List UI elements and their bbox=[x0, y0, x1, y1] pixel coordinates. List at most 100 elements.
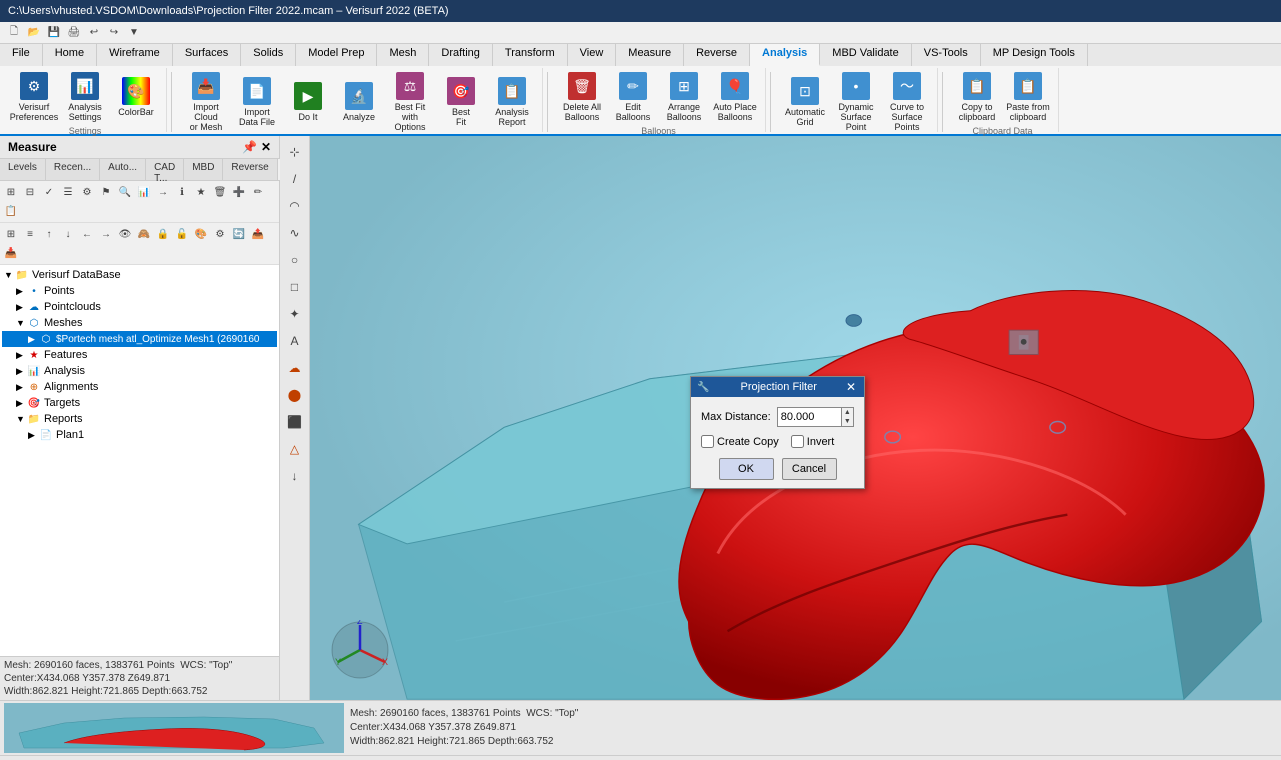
pt2-hide[interactable]: 🙈 bbox=[135, 225, 153, 243]
pt-list[interactable]: ☰ bbox=[59, 183, 77, 201]
pt2-right[interactable]: → bbox=[97, 225, 115, 243]
panel-tab-levels[interactable]: Levels bbox=[0, 159, 46, 180]
colorbar-button[interactable]: 🎨 ColorBar bbox=[112, 75, 160, 119]
tab-vstools[interactable]: VS-Tools bbox=[912, 44, 981, 66]
panel-tab-cad[interactable]: CAD T... bbox=[146, 159, 184, 180]
pt2-list[interactable]: ≡ bbox=[21, 225, 39, 243]
analyze-button[interactable]: 🔬 Analyze bbox=[335, 80, 383, 124]
pt-check[interactable]: ✓ bbox=[40, 183, 58, 201]
lt-sphere[interactable]: ⬤ bbox=[283, 383, 307, 407]
lt-point[interactable]: ✦ bbox=[283, 302, 307, 326]
tree-item-pointclouds[interactable]: ▶ ☁ Pointclouds bbox=[2, 299, 277, 315]
tab-analysis[interactable]: Analysis bbox=[750, 44, 820, 66]
ok-button[interactable]: OK bbox=[719, 458, 774, 480]
tab-file[interactable]: File bbox=[0, 44, 43, 66]
panel-tab-reverse[interactable]: Reverse bbox=[223, 159, 277, 180]
analysis-settings-button[interactable]: 📊 Analysis Settings bbox=[61, 70, 109, 124]
tab-wireframe[interactable]: Wireframe bbox=[97, 44, 173, 66]
arrange-balloons-button[interactable]: ⊞ Arrange Balloons bbox=[660, 70, 708, 124]
dialog-close-button[interactable]: ✕ bbox=[844, 380, 858, 394]
pt2-color[interactable]: 🎨 bbox=[192, 225, 210, 243]
pt-arrow[interactable]: → bbox=[154, 183, 172, 201]
paste-from-clipboard-button[interactable]: 📋 Paste from clipboard bbox=[1004, 70, 1052, 124]
lt-arrow-down[interactable]: ↓ bbox=[283, 464, 307, 488]
spin-up[interactable]: ▲ bbox=[842, 408, 853, 417]
pt2-grid[interactable]: ⊞ bbox=[2, 225, 20, 243]
do-it-button[interactable]: ▶ Do It bbox=[284, 80, 332, 124]
verisurf-preferences-button[interactable]: ⚙ Verisurf Preferences bbox=[10, 70, 58, 124]
tree-item-points[interactable]: ▶ • Points bbox=[2, 283, 277, 299]
tab-measure[interactable]: Measure bbox=[616, 44, 684, 66]
tab-home[interactable]: Home bbox=[43, 44, 97, 66]
panel-tab-auto[interactable]: Auto... bbox=[100, 159, 146, 180]
tree-item-features[interactable]: ▶ ★ Features bbox=[2, 347, 277, 363]
pt2-unlock[interactable]: 🔓 bbox=[173, 225, 191, 243]
automatic-grid-button[interactable]: ⊡ Automatic Grid bbox=[781, 75, 829, 129]
qa-more[interactable]: ▼ bbox=[125, 24, 143, 42]
delete-all-balloons-button[interactable]: 🗑 Delete All Balloons bbox=[558, 70, 606, 124]
pt2-export[interactable]: 📤 bbox=[249, 225, 267, 243]
tree-item-mesh-selected[interactable]: ▶ ⬡ $Portech mesh atl_Optimize Mesh1 (26… bbox=[2, 331, 277, 347]
lt-cursor[interactable]: ⊹ bbox=[283, 140, 307, 164]
tree-item-verisurf-database[interactable]: ▼ 📁 Verisurf DataBase bbox=[2, 267, 277, 283]
dynamic-surface-point-button[interactable]: • Dynamic Surface Point bbox=[832, 70, 880, 134]
panel-tab-mbd[interactable]: MBD bbox=[184, 159, 223, 180]
curve-to-surface-points-button[interactable]: 〜 Curve to Surface Points bbox=[883, 70, 931, 134]
pt2-down[interactable]: ↓ bbox=[59, 225, 77, 243]
pt2-up[interactable]: ↑ bbox=[40, 225, 58, 243]
qa-new[interactable]: 🗋 bbox=[5, 24, 23, 42]
analysis-report-button[interactable]: 📋 Analysis Report bbox=[488, 75, 536, 129]
best-fit-options-button[interactable]: ⚖ Best Fit with Options bbox=[386, 70, 434, 134]
auto-place-balloons-button[interactable]: 🎈 Auto Place Balloons bbox=[711, 70, 759, 124]
tab-mesh[interactable]: Mesh bbox=[377, 44, 429, 66]
dialog-title-bar[interactable]: 🔧 Projection Filter ✕ bbox=[691, 377, 864, 397]
copy-to-clipboard-button[interactable]: 📋 Copy to clipboard bbox=[953, 70, 1001, 124]
best-fit-button[interactable]: 🎯 Best Fit bbox=[437, 75, 485, 129]
tab-reverse[interactable]: Reverse bbox=[684, 44, 750, 66]
viewport-3d[interactable]: Mesh: 2690160 faces, 1383761 Points WCS:… bbox=[310, 136, 1281, 700]
pt2-refresh[interactable]: 🔄 bbox=[230, 225, 248, 243]
qa-undo[interactable]: ↩ bbox=[85, 24, 103, 42]
max-distance-input[interactable] bbox=[777, 407, 842, 427]
pt-flag[interactable]: ⚑ bbox=[97, 183, 115, 201]
tab-solids[interactable]: Solids bbox=[241, 44, 296, 66]
lt-cloud[interactable]: ☁ bbox=[283, 356, 307, 380]
create-copy-checkbox[interactable] bbox=[701, 435, 714, 448]
tab-mbd[interactable]: MBD Validate bbox=[820, 44, 911, 66]
pt-add[interactable]: ➕ bbox=[230, 183, 248, 201]
lt-line[interactable]: / bbox=[283, 167, 307, 191]
tree-item-alignments[interactable]: ▶ ⊕ Alignments bbox=[2, 379, 277, 395]
tree-item-targets[interactable]: ▶ 🎯 Targets bbox=[2, 395, 277, 411]
pt2-view[interactable]: 👁 bbox=[116, 225, 134, 243]
pt2-lock[interactable]: 🔒 bbox=[154, 225, 172, 243]
pt2-import[interactable]: 📥 bbox=[2, 244, 20, 262]
pt2-settings[interactable]: ⚙ bbox=[211, 225, 229, 243]
qa-save[interactable]: 💾 bbox=[45, 24, 63, 42]
tab-view[interactable]: View bbox=[568, 44, 617, 66]
tab-surfaces[interactable]: Surfaces bbox=[173, 44, 241, 66]
qa-open[interactable]: 📂 bbox=[25, 24, 43, 42]
pt-collapse-all[interactable]: ⊟ bbox=[21, 183, 39, 201]
pt-expand-all[interactable]: ⊞ bbox=[2, 183, 20, 201]
pt-copy[interactable]: 📋 bbox=[2, 202, 20, 220]
lt-arc[interactable]: ◠ bbox=[283, 194, 307, 218]
spin-down[interactable]: ▼ bbox=[842, 417, 853, 426]
tab-drafting[interactable]: Drafting bbox=[429, 44, 493, 66]
tab-transform[interactable]: Transform bbox=[493, 44, 568, 66]
pt2-left[interactable]: ← bbox=[78, 225, 96, 243]
import-data-file-button[interactable]: 📄 Import Data File bbox=[233, 75, 281, 129]
pt-delete[interactable]: 🗑 bbox=[211, 183, 229, 201]
invert-checkbox[interactable] bbox=[791, 435, 804, 448]
pt-info[interactable]: ℹ bbox=[173, 183, 191, 201]
lt-spline[interactable]: ∿ bbox=[283, 221, 307, 245]
lt-cone[interactable]: △ bbox=[283, 437, 307, 461]
import-cloud-button[interactable]: 📥 Import Cloud or Mesh bbox=[182, 70, 230, 134]
pt-chart[interactable]: 📊 bbox=[135, 183, 153, 201]
qa-redo[interactable]: ↪ bbox=[105, 24, 123, 42]
pin-icon[interactable]: 📌 bbox=[242, 140, 257, 154]
tree-item-plan1[interactable]: ▶ 📄 Plan1 bbox=[2, 427, 277, 443]
panel-tab-recent[interactable]: Recen... bbox=[46, 159, 100, 180]
tree-item-reports[interactable]: ▼ 📁 Reports bbox=[2, 411, 277, 427]
pt-star[interactable]: ★ bbox=[192, 183, 210, 201]
lt-cylinder[interactable]: ⬛ bbox=[283, 410, 307, 434]
